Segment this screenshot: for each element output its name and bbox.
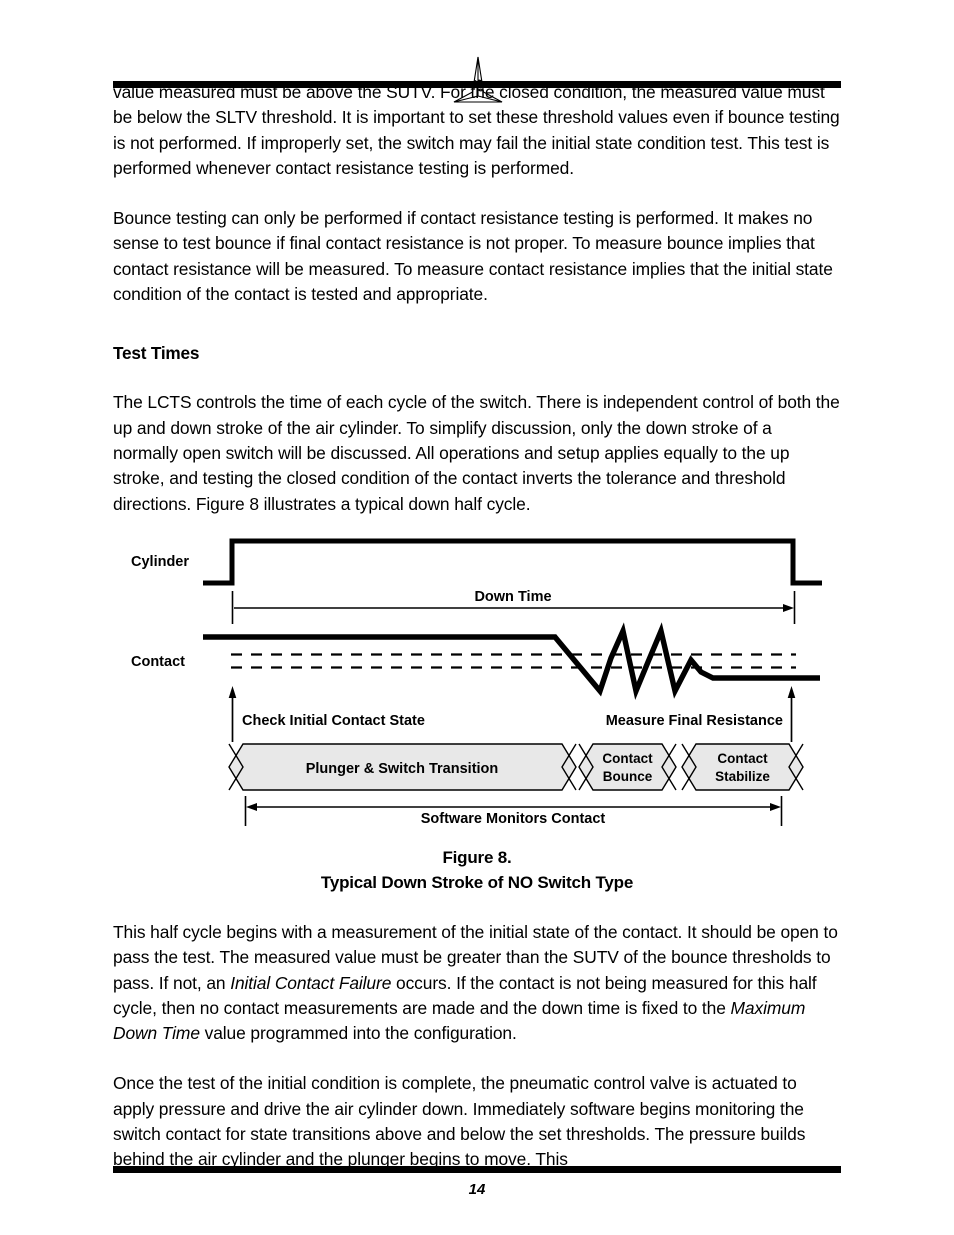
page-body-bottom: This half cycle begins with a measuremen… xyxy=(113,920,841,1173)
check-initial-contact-state-label: Check Initial Contact State xyxy=(242,713,425,729)
figure-caption: Figure 8. Typical Down Stroke of NO Swit… xyxy=(113,845,841,895)
paragraph-4-italic-initial-contact-failure: Initial Contact Failure xyxy=(230,972,392,993)
section-heading-test-times: Test Times xyxy=(113,343,200,364)
paragraph-4-segment-3: value programmed into the configuration. xyxy=(199,1023,517,1044)
phase-label-contact-bounce-line2: Bounce xyxy=(603,769,653,784)
down-time-label: Down Time xyxy=(474,589,551,605)
phase-bar-contact-stabilize: Contact Stabilize xyxy=(681,743,804,791)
check-initial-contact-state-arrowhead xyxy=(228,686,237,698)
software-monitors-arrowhead-left xyxy=(246,803,257,811)
paragraph-4: This half cycle begins with a measuremen… xyxy=(113,920,841,1046)
document-page: value measured must be above the SUTV. F… xyxy=(0,0,954,1235)
measure-final-resistance-arrowhead xyxy=(787,686,796,698)
figure-label-cylinder: Cylinder xyxy=(131,554,189,570)
paragraph-1: value measured must be above the SUTV. F… xyxy=(113,82,840,178)
phase-bar-contact-bounce: Contact Bounce xyxy=(578,743,677,791)
measure-final-resistance-label: Measure Final Resistance xyxy=(606,713,783,729)
cylinder-waveform xyxy=(203,538,822,586)
phase-label-contact-stabilize-line1: Contact xyxy=(717,751,768,766)
software-monitors-contact-label: Software Monitors Contact xyxy=(421,811,606,827)
figure-8-timing-diagram: Cylinder Contact Down Time Check Initial… xyxy=(113,520,841,830)
paragraph-2: Bounce testing can only be performed if … xyxy=(113,208,833,305)
figure-label-contact: Contact xyxy=(131,654,185,670)
phase-bar-plunger-switch-transition: Plunger & Switch Transition xyxy=(228,743,577,791)
down-time-arrowhead-right xyxy=(783,604,794,612)
phase-label-contact-bounce-line1: Contact xyxy=(602,751,653,766)
contact-waveform xyxy=(203,622,820,701)
page-body-top: value measured must be above the SUTV. F… xyxy=(113,80,841,517)
paragraph-3: The LCTS controls the time of each cycle… xyxy=(113,392,840,514)
paragraph-5: Once the test of the initial condition i… xyxy=(113,1073,806,1170)
figure-caption-line-1: Figure 8. xyxy=(442,848,512,867)
footer-rule xyxy=(113,1166,841,1173)
figure-caption-line-2: Typical Down Stroke of NO Switch Type xyxy=(320,873,634,892)
phase-label-plunger-switch-transition: Plunger & Switch Transition xyxy=(306,761,499,777)
phase-label-contact-stabilize-line2: Stabilize xyxy=(715,769,770,784)
page-number: 14 xyxy=(468,1181,486,1198)
software-monitors-arrowhead-right xyxy=(770,803,781,811)
page-header xyxy=(0,28,954,103)
